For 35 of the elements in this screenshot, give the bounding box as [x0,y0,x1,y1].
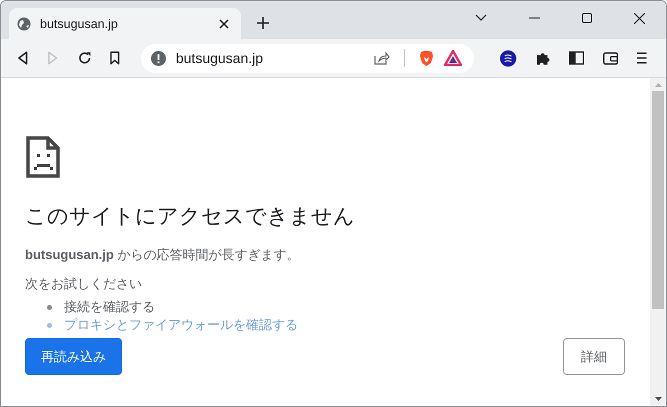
suggestion-text: プロキシとファイアウォールを確認する [64,316,298,334]
bullet-icon [47,304,52,310]
close-icon[interactable] [219,18,229,28]
new-tab-icon[interactable] [257,17,269,29]
extension-icon[interactable] [500,50,517,66]
puzzle-icon[interactable] [536,50,550,66]
tab-title: butsugusan.jp [40,16,119,30]
sad-page-icon [26,136,60,178]
bullet-icon [47,322,52,328]
suggestion-text: 接続を確認する [64,298,155,316]
globe-icon [17,16,31,30]
back-icon[interactable] [17,51,28,65]
minimize-icon[interactable] [529,17,540,19]
url-text: butsugusan.jp [176,50,264,66]
maximize-icon[interactable] [582,13,592,23]
share-icon[interactable] [374,51,390,65]
scrollbar-thumb[interactable] [652,91,664,309]
chevron-down-icon[interactable] [475,14,487,22]
triangle-icon[interactable] [444,50,462,66]
warning-icon [150,50,166,66]
suggestions-heading: 次をお試しください [25,275,143,293]
close-icon[interactable] [634,12,645,24]
details-button[interactable]: 詳細 [563,338,625,375]
side-panel-icon[interactable] [568,51,584,65]
reload-icon[interactable] [78,51,92,65]
error-message: butsugusan.jp からの応答時間が長すぎます。 [25,246,300,264]
error-title: このサイトにアクセスできません [25,204,356,230]
scrollbar[interactable] [650,78,666,406]
menu-icon[interactable] [637,52,647,64]
address-bar[interactable]: butsugusan.jp [140,44,474,72]
wallet-icon[interactable] [603,52,618,64]
scroll-down-icon[interactable] [654,397,662,401]
browser-tab[interactable]: butsugusan.jp [9,8,241,39]
bookmark-icon[interactable] [110,51,120,65]
reload-button[interactable]: 再読み込み [25,338,122,375]
